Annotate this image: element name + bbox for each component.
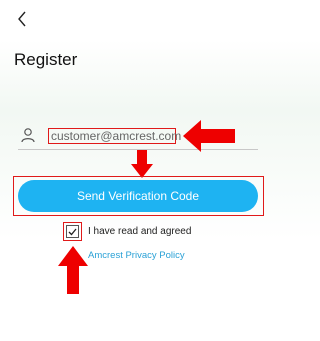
arrow-up-icon [58,246,88,294]
user-icon [21,128,35,143]
arrow-left-icon [183,120,235,152]
page-title: Register [14,50,78,69]
agree-label: I have read and agreed [88,226,192,237]
arrow-down-icon [131,150,153,178]
email-field[interactable]: customer@amcrest.com [48,128,181,144]
send-verification-code-button[interactable]: Send Verification Code [18,180,258,212]
agree-checkbox[interactable] [66,225,79,238]
back-button[interactable] [10,6,34,32]
chevron-left-icon [18,11,26,27]
privacy-policy-link[interactable]: Amcrest Privacy Policy [88,250,185,261]
email-value: customer@amcrest.com [51,129,182,143]
checkmark-icon [68,228,77,235]
